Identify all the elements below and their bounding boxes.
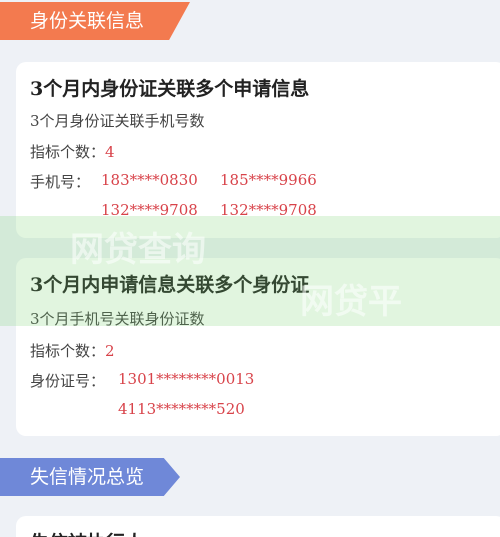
phone-number: 183****0830 bbox=[101, 171, 198, 189]
indicator-count-value: 2 bbox=[105, 342, 115, 360]
watermark-text: 网贷平 bbox=[300, 282, 402, 322]
phone-number: 185****9966 bbox=[220, 171, 317, 189]
card-title: 失信被执行人 bbox=[30, 528, 144, 537]
id-number: 4113********520 bbox=[118, 400, 245, 418]
card-title: 3个月内身份证关联多个申请信息 bbox=[30, 78, 310, 100]
section-header-credit-default: 失信情况总览 bbox=[0, 458, 180, 496]
phone-label: 手机号： bbox=[30, 173, 91, 191]
indicator-count-label: 指标个数： bbox=[30, 143, 106, 161]
indicator-count-label: 指标个数： bbox=[30, 342, 106, 360]
id-number-label: 身份证号： bbox=[30, 372, 106, 390]
watermark-text: 网贷查询 bbox=[70, 230, 206, 270]
identity-phone-card: 3个月内身份证关联多个申请信息 3个月身份证关联手机号数 指标个数：4 手机号：… bbox=[16, 62, 500, 238]
watermark-banner: 网贷查询 网贷平 bbox=[0, 216, 500, 326]
defaulter-card: 失信被执行人 bbox=[16, 516, 500, 537]
indicator-count-value: 4 bbox=[105, 143, 115, 161]
id-number: 1301********0013 bbox=[118, 370, 255, 388]
section-title: 失信情况总览 bbox=[30, 466, 145, 488]
indicator-count-row: 指标个数：4 bbox=[30, 141, 115, 162]
section-header-identity-links: 身份关联信息 bbox=[0, 2, 190, 40]
section-title: 身份关联信息 bbox=[30, 10, 145, 32]
card-subtitle: 3个月身份证关联手机号数 bbox=[30, 112, 205, 130]
indicator-count-row: 指标个数：2 bbox=[30, 340, 115, 361]
